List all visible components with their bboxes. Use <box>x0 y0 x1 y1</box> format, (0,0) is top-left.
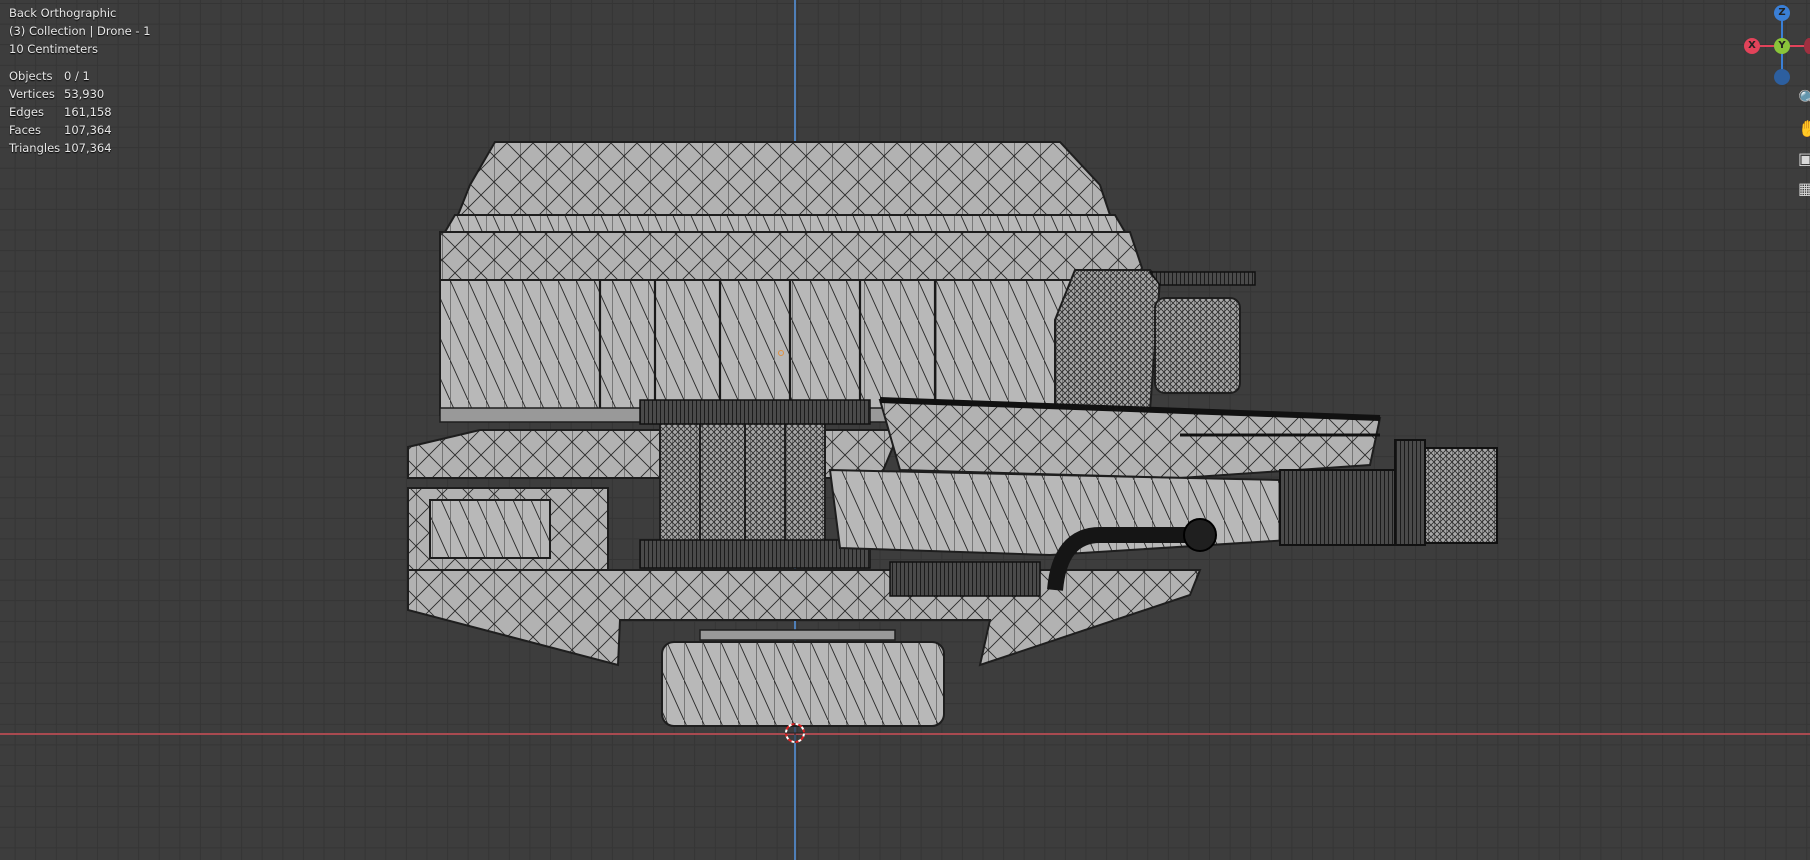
stat-row: Edges 161,158 <box>9 103 112 121</box>
3d-viewport[interactable]: Back Orthographic (3) Collection | Drone… <box>0 0 1810 860</box>
stat-row: Triangles 107,364 <box>9 139 112 157</box>
stat-row: Objects 0 / 1 <box>9 67 112 85</box>
grid-icon[interactable]: ▦ <box>1798 178 1810 200</box>
stat-row: Faces 107,364 <box>9 121 112 139</box>
barrel-tip <box>1424 447 1498 544</box>
3d-cursor <box>785 723 805 743</box>
gizmo-x-axis[interactable]: X <box>1744 38 1760 54</box>
gizmo-z-label: Z <box>1778 7 1786 18</box>
gizmo-lines <box>1752 14 1810 76</box>
gizmo-neg-z-axis[interactable] <box>1774 69 1790 85</box>
viewport-tools: 🔍 ✋ ▣ ▦ <box>1798 88 1810 208</box>
stat-value: 107,364 <box>64 141 112 155</box>
stat-value: 53,930 <box>64 87 105 101</box>
navigation-gizmo[interactable]: Z X Y <box>1730 0 1810 90</box>
dome-rim <box>443 214 1127 233</box>
bottom-wheel <box>661 641 945 727</box>
scene-statistics: Objects 0 / 1 Vertices 53,930 Edges 161,158… <box>9 67 112 157</box>
stat-value: 161,158 <box>64 105 112 119</box>
arm-lower <box>828 468 1292 557</box>
stat-value: 107,364 <box>64 123 112 137</box>
drone-model[interactable] <box>0 0 1810 860</box>
magnify-icon[interactable]: 🔍 <box>1798 88 1810 110</box>
chassis-top <box>407 429 902 479</box>
dome-top <box>456 141 1112 216</box>
stat-label: Objects <box>9 69 53 83</box>
stat-row: Vertices 53,930 <box>9 85 112 103</box>
gizmo-neg-x-axis[interactable] <box>1804 38 1810 54</box>
collection-label: (3) Collection | Drone - 1 <box>9 24 151 38</box>
viewport-info: Back Orthographic (3) Collection | Drone… <box>9 4 151 58</box>
barrel-ring <box>1394 439 1426 546</box>
body-upper <box>439 231 1144 281</box>
stat-label: Vertices <box>9 87 55 101</box>
scale-label: 10 Centimeters <box>9 42 98 56</box>
right-knob <box>1154 297 1241 394</box>
stat-value: 0 / 1 <box>64 69 90 83</box>
gizmo-z-axis[interactable]: Z <box>1774 5 1790 21</box>
gizmo-y-axis[interactable]: Y <box>1774 38 1790 54</box>
stat-label: Edges <box>9 105 44 119</box>
view-name: Back Orthographic <box>9 6 117 20</box>
barrel <box>1279 469 1401 546</box>
hand-icon[interactable]: ✋ <box>1798 118 1810 140</box>
motor-block <box>659 421 826 553</box>
body-main <box>439 279 1101 416</box>
stat-label: Faces <box>9 123 41 137</box>
gizmo-y-label: Y <box>1778 40 1786 51</box>
camera-icon[interactable]: ▣ <box>1798 148 1810 170</box>
gizmo-x-label: X <box>1748 40 1756 51</box>
right-housing <box>1054 269 1162 411</box>
stat-label: Triangles <box>9 141 61 155</box>
